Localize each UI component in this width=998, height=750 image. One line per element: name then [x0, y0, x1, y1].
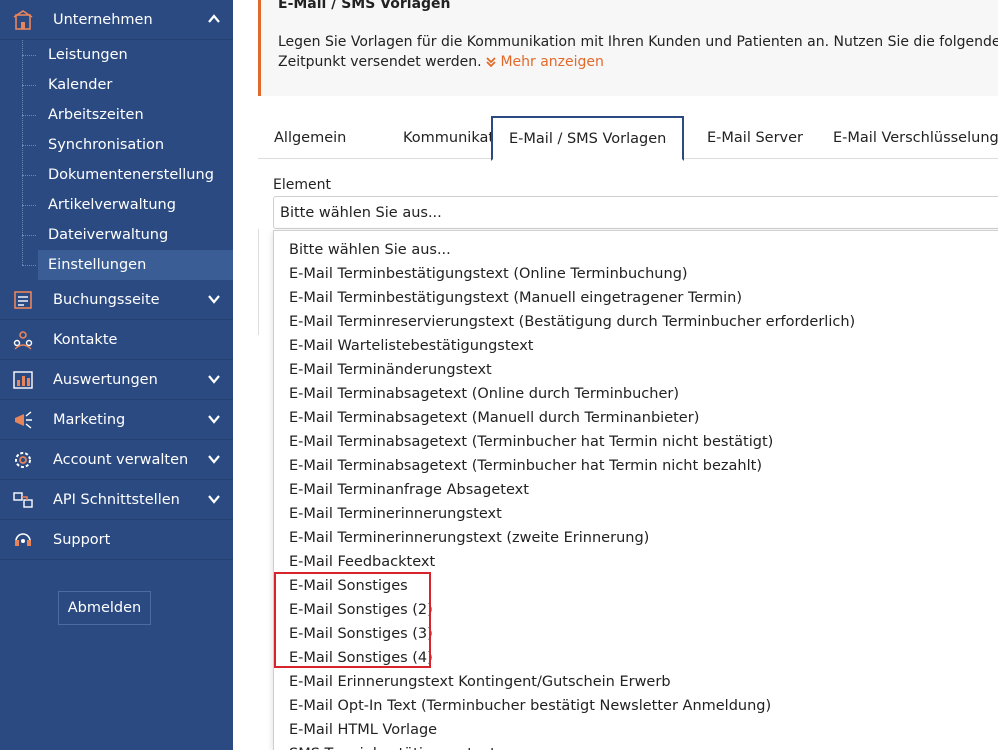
main-content: E-Mail / SMS Vorlagen Legen Sie Vorlagen…	[233, 0, 998, 750]
sidebar: Unternehmen Leistungen Kalender Arbeitszei…	[0, 0, 233, 750]
megaphone-icon	[15, 411, 32, 429]
dropdown-option[interactable]: E-Mail Wartelistebestätigungstext	[289, 334, 533, 358]
sidebar-item-label: Account verwalten	[53, 451, 189, 468]
chevron-down-icon[interactable]	[207, 492, 221, 506]
tree-line	[22, 40, 23, 265]
dropdown-option[interactable]: E-Mail Feedbacktext	[289, 550, 435, 574]
building-icon	[13, 10, 33, 30]
dropdown-option[interactable]: E-Mail Sonstiges	[289, 574, 408, 598]
dropdown-option[interactable]: E-Mail Sonstiges (3)	[289, 622, 433, 646]
double-chevron-down-icon	[486, 57, 496, 68]
info-box: E-Mail / SMS Vorlagen Legen Sie Vorlagen…	[258, 0, 998, 96]
sidebar-item-label: Kontakte	[53, 331, 118, 348]
tree-tick	[22, 235, 36, 236]
chart-icon	[13, 371, 33, 389]
dropdown-option[interactable]: E-Mail Terminbestätigungstext (Manuell e…	[289, 286, 742, 310]
dropdown-option[interactable]: E-Mail Sonstiges (4)	[289, 646, 433, 670]
nav-item-company[interactable]: Unternehmen	[0, 0, 233, 40]
sidebar-item-label: Marketing	[53, 411, 126, 428]
sidebar-item-label: Buchungsseite	[53, 291, 160, 308]
dropdown-option[interactable]: E-Mail Sonstiges (2)	[289, 598, 433, 622]
sidebar-subitem[interactable]: Dateiverwaltung	[38, 220, 233, 250]
dropdown-option[interactable]: E-Mail Erinnerungstext Kontingent/Gutsch…	[289, 670, 671, 694]
dropdown-option[interactable]: E-Mail Terminreservierungstext (Bestätig…	[289, 310, 855, 334]
dropdown-option[interactable]: E-Mail Terminabsagetext (Terminbucher ha…	[289, 454, 762, 478]
dropdown-option[interactable]: E-Mail Terminänderungstext	[289, 358, 492, 382]
sidebar-subitem[interactable]: Synchronisation	[38, 130, 233, 160]
page-title: E-Mail / SMS Vorlagen	[278, 0, 451, 12]
chevron-down-icon[interactable]	[207, 452, 221, 466]
sidebar-subitem[interactable]: Arbeitszeiten	[38, 100, 233, 130]
info-line-2: Zeitpunkt versendet werden.	[278, 54, 482, 70]
sidebar-subitem[interactable]: Artikelverwaltung	[38, 190, 233, 220]
dropdown-option[interactable]: E-Mail Terminerinnerungstext	[289, 502, 502, 526]
chevron-up-icon[interactable]	[207, 12, 221, 26]
info-line-1: Legen Sie Vorlagen für die Kommunikation…	[278, 34, 998, 50]
dropdown-option[interactable]: E-Mail Terminabsagetext (Manuell durch T…	[289, 406, 699, 430]
support-icon	[15, 533, 31, 546]
sidebar-item[interactable]: Auswertungen	[0, 360, 233, 400]
element-select[interactable]: Bitte wählen Sie aus...	[273, 196, 998, 229]
sidebar-item-label: Auswertungen	[53, 371, 158, 388]
dropdown-option[interactable]: Bitte wählen Sie aus...	[289, 238, 451, 262]
sidebar-item-label: Support	[53, 531, 111, 548]
sidebar-subitem[interactable]: Leistungen	[38, 40, 233, 70]
tree-tick	[22, 265, 36, 266]
element-label: Element	[273, 177, 331, 193]
gear-icon	[15, 452, 31, 468]
booking-page-icon	[14, 291, 32, 309]
sidebar-subitem[interactable]: Kalender	[38, 70, 233, 100]
sidebar-item[interactable]: Marketing	[0, 400, 233, 440]
more-link-label: Mehr anzeigen	[500, 54, 604, 70]
sidebar-item-label: API Schnittstellen	[53, 491, 180, 508]
sidebar-subitem[interactable]: Dokumentenerstellung	[38, 160, 233, 190]
api-icon	[13, 492, 33, 508]
chevron-down-icon[interactable]	[207, 292, 221, 306]
sidebar-item[interactable]: Account verwalten	[0, 440, 233, 480]
tree-tick	[22, 85, 36, 86]
tree-tick	[22, 55, 36, 56]
sidebar-item[interactable]: API Schnittstellen	[0, 480, 233, 520]
sidebar-item[interactable]: Support	[0, 520, 233, 560]
dropdown-option[interactable]: E-Mail Terminerinnerungstext (zweite Eri…	[289, 526, 649, 550]
element-dropdown-list: Bitte wählen Sie aus... E-Mail Terminbest…	[273, 230, 998, 750]
info-text: Legen Sie Vorlagen für die Kommunikation…	[278, 32, 998, 72]
tree-tick	[22, 115, 36, 116]
chevron-down-icon[interactable]	[207, 412, 221, 426]
dropdown-option[interactable]: E-Mail Terminanfrage Absagetext	[289, 478, 529, 502]
nav-item-label: Unternehmen	[53, 11, 153, 28]
sidebar-subitem[interactable]: Einstellungen	[38, 250, 233, 280]
tree-tick	[22, 145, 36, 146]
tab-bar: Allgemein Kommunikation E-Mail / SMS Vorla…	[258, 116, 998, 161]
dropdown-option[interactable]: E-Mail Terminbestätigungstext (Online Te…	[289, 262, 688, 286]
sidebar-item[interactable]: Buchungsseite	[0, 280, 233, 320]
dropdown-option[interactable]: E-Mail Terminabsagetext (Terminbucher ha…	[289, 430, 773, 454]
tab[interactable]: Allgemein	[258, 116, 362, 159]
tab[interactable]: E-Mail / SMS Vorlagen	[491, 116, 685, 161]
contacts-icon	[13, 331, 33, 350]
sidebar-item[interactable]: Kontakte	[0, 320, 233, 360]
more-link[interactable]: Mehr anzeigen	[486, 54, 604, 70]
panel-edge	[258, 229, 273, 335]
tab[interactable]: E-Mail Verschlüsselung	[817, 116, 998, 159]
dropdown-option[interactable]: SMS Terminbestätigungstext	[289, 742, 496, 750]
dropdown-option[interactable]: E-Mail HTML Vorlage	[289, 718, 437, 742]
tree-tick	[22, 205, 36, 206]
dropdown-option[interactable]: E-Mail Opt-In Text (Terminbucher bestäti…	[289, 694, 771, 718]
logout-button[interactable]: Abmelden	[58, 591, 151, 625]
tab[interactable]: E-Mail Server	[691, 116, 819, 159]
tree-tick	[22, 175, 36, 176]
chevron-down-icon[interactable]	[207, 372, 221, 386]
dropdown-option[interactable]: E-Mail Terminabsagetext (Online durch Te…	[289, 382, 679, 406]
